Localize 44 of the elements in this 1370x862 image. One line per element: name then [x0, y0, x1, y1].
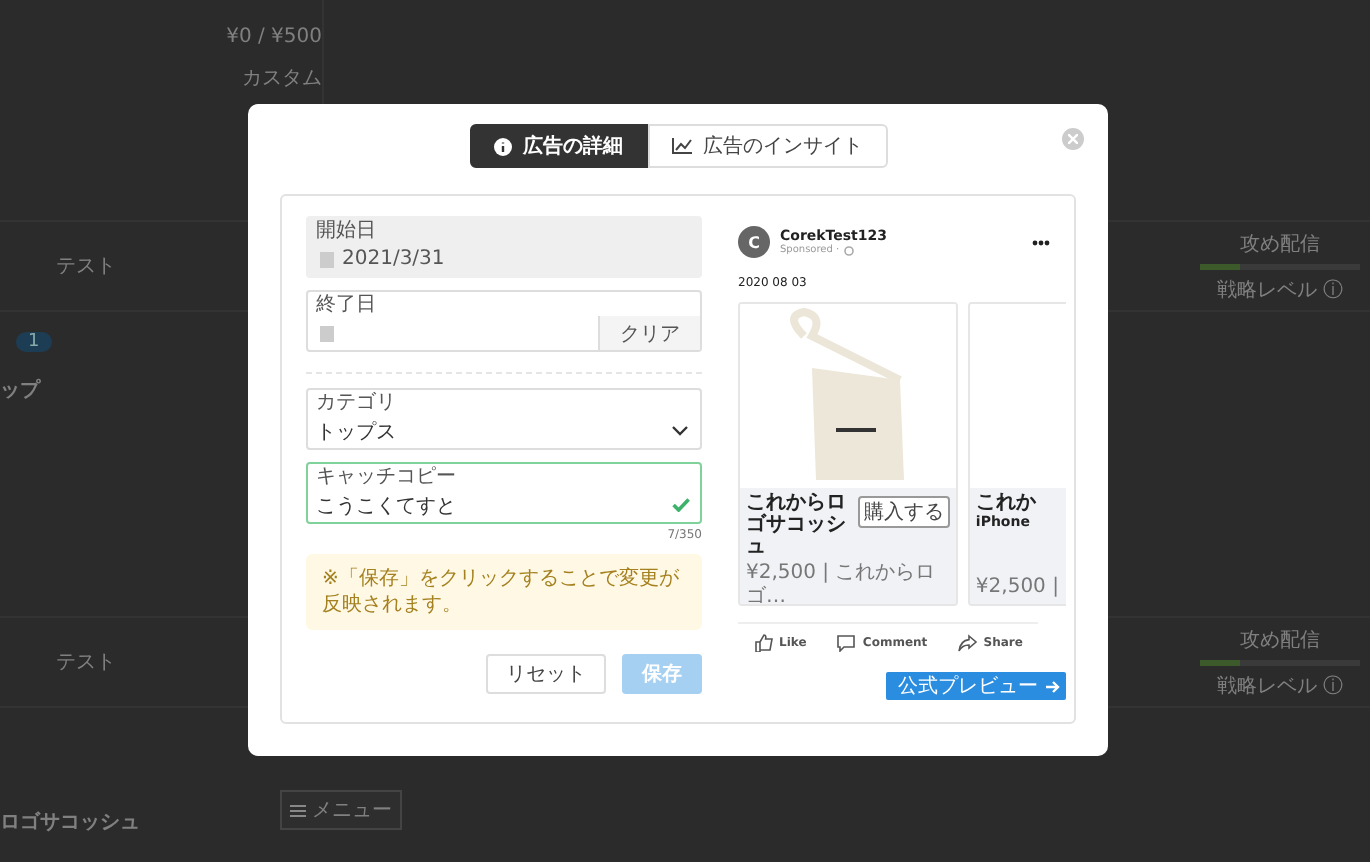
field-value: トップス — [314, 419, 398, 445]
line-chart-icon — [671, 138, 691, 154]
check-icon — [672, 498, 690, 512]
arrow-right-icon — [1046, 679, 1060, 693]
thumbs-up-icon — [753, 634, 774, 652]
row-name: テスト — [54, 650, 118, 676]
field-value: こうこくてすと — [314, 493, 458, 519]
count-badge: 1 — [16, 332, 52, 352]
menu-icon — [290, 803, 306, 817]
notice-message: ※「保存」をクリックすることで変更が反映されます。 — [306, 554, 702, 630]
official-preview-button[interactable]: 公式プレビュー — [886, 672, 1066, 700]
info-icon — [493, 137, 511, 155]
product-name: ロゴサコッシュ — [0, 809, 140, 836]
product-name: ップ — [0, 376, 40, 404]
level-label: 戦略レベル ⓘ — [1216, 673, 1344, 699]
field-label: 開始日 — [314, 218, 378, 242]
speech-bubble-icon — [836, 634, 857, 652]
buy-button[interactable]: 購入する — [857, 496, 950, 528]
product-title: これからロゴサコッシュ — [746, 492, 848, 558]
strategy-text: 攻め配信 — [1240, 627, 1320, 653]
product-price: ¥2,500 | — [969, 576, 1066, 604]
date-field[interactable]: 終了日 クリア — [306, 290, 702, 352]
budget-text: ¥0 / ¥500 — [226, 26, 322, 48]
close-icon — [1068, 134, 1078, 144]
text-field[interactable]: キャッチコピー こうこくてすと — [306, 462, 702, 524]
field-label: キャッチコピー — [314, 464, 458, 488]
row-name: テスト — [54, 254, 118, 280]
clear-button[interactable]: クリア — [598, 316, 700, 350]
chevron-down-icon — [672, 426, 688, 436]
level-label: 戦略レベル ⓘ — [1216, 277, 1344, 303]
field-label: 終了日 — [314, 292, 378, 316]
field-label: カテゴリ — [314, 390, 398, 414]
plan-text: カスタム — [242, 66, 322, 92]
reset-button[interactable]: リセット — [486, 654, 606, 694]
more-icon[interactable] — [1032, 239, 1050, 245]
product-price: ¥2,500 | これからロゴ… — [740, 562, 956, 604]
product-title: これか — [975, 492, 1038, 514]
tab[interactable]: 広告の詳細 — [469, 124, 647, 168]
share-arrow-icon — [957, 634, 978, 652]
avatar: C — [738, 226, 770, 258]
tab[interactable]: 広告のインサイト — [647, 124, 887, 168]
category-select[interactable]: カテゴリ トップス — [306, 388, 702, 450]
field-value: 2021/3/31 — [340, 248, 447, 270]
strategy-text: 攻め配信 — [1240, 231, 1320, 257]
